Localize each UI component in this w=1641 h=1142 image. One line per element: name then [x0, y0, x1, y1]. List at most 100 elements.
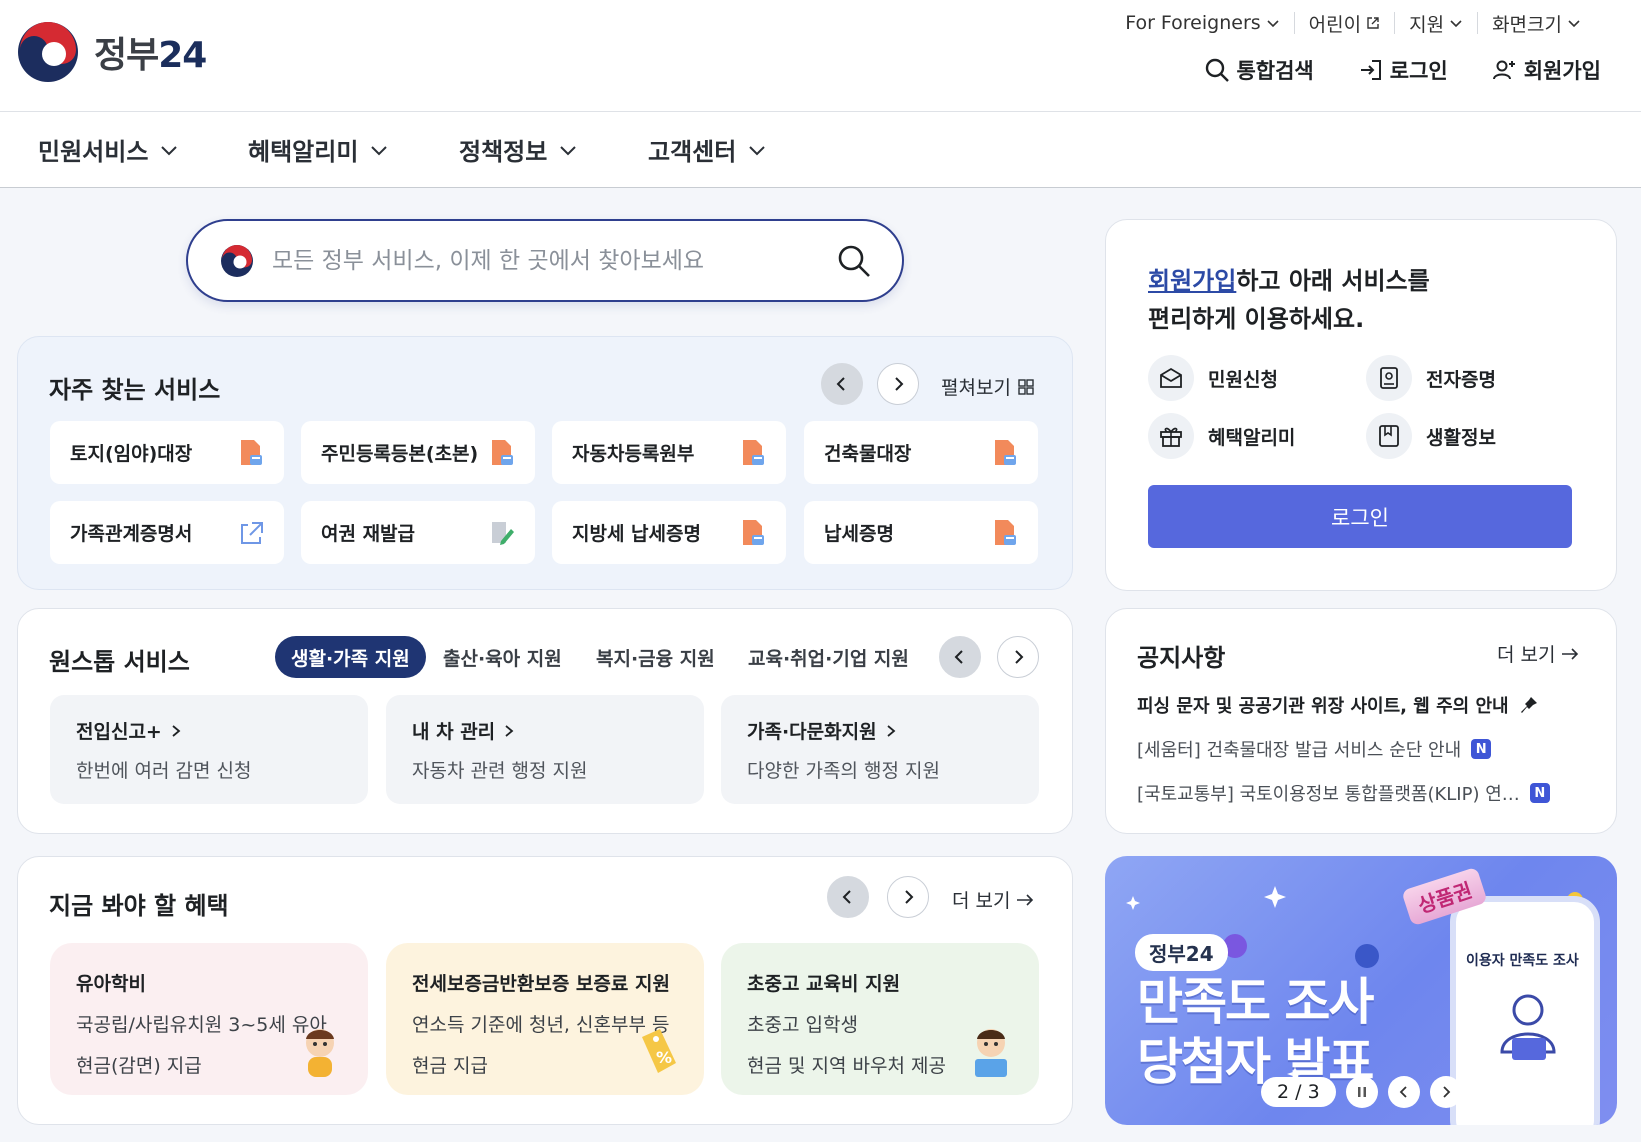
new-badge: N	[1529, 783, 1550, 803]
banner-title: 만족도 조사 당첨자 발표	[1137, 972, 1374, 1092]
service-label: 전자증명	[1426, 368, 1496, 391]
new-badge: N	[1471, 739, 1492, 759]
pdf-file-icon	[995, 519, 1016, 545]
benefit-item[interactable]: 유아학비 국공립/사립유치원 3~5세 유아 현금(감면) 지급	[50, 943, 368, 1095]
util-screen-size[interactable]: 화면크기	[1478, 12, 1581, 36]
banner-prev-button[interactable]	[1387, 1076, 1420, 1108]
banner-pager: 2 / 3	[1261, 1076, 1462, 1108]
frequent-item[interactable]: 건축물대장	[804, 421, 1038, 484]
onestop-prev-button[interactable]	[939, 636, 981, 678]
service-label: 생활정보	[1426, 426, 1496, 449]
notice-item[interactable]: [세움터] 건축물대장 발급 서비스 순단 안내 N	[1137, 736, 1492, 762]
expand-view-link[interactable]: 펼쳐보기	[941, 373, 1035, 400]
frequent-item[interactable]: 토지(임야)대장	[50, 421, 284, 484]
search-input[interactable]	[272, 241, 812, 281]
onestop-item[interactable]: 내 차 관리 자동차 관련 행정 지원	[386, 695, 704, 804]
taegeuk-logo-icon	[221, 245, 253, 277]
taegeuk-logo-icon	[18, 22, 78, 82]
benefit-item[interactable]: 전세보증금반환보증 보증료 지원 연소득 기준에 청년, 신혼부부 등 현금 지…	[386, 943, 704, 1095]
signup-highlight-link[interactable]: 회원가입	[1148, 267, 1236, 295]
onestop-item[interactable]: 전입신고+ 한번에 여러 감면 신청	[50, 695, 368, 804]
benefits-title: 지금 봐야 할 혜택	[49, 892, 229, 920]
util-label: 어린이	[1308, 13, 1362, 36]
onestop-item-title-text: 내 차 관리	[412, 721, 496, 743]
banner-pause-button[interactable]	[1345, 1076, 1378, 1108]
tab-birth-childcare[interactable]: 출산·육아 지원	[443, 636, 562, 678]
benefits-more-link[interactable]: 더 보기	[952, 886, 1034, 913]
logo[interactable]: 정부24	[16, 20, 207, 84]
benefits-next-button[interactable]	[887, 876, 929, 918]
notice-more-link[interactable]: 더 보기	[1497, 640, 1579, 667]
gnb-label: 민원서비스	[38, 138, 149, 166]
frequent-prev-button[interactable]	[821, 363, 863, 405]
notice-item-pinned[interactable]: 피싱 문자 및 공공기관 위장 사이트, 웹 주의 안내	[1137, 692, 1539, 718]
svg-text:%: %	[656, 1048, 672, 1067]
util-support[interactable]: 지원	[1395, 12, 1479, 36]
frequent-next-button[interactable]	[877, 363, 919, 405]
benefits-prev-button[interactable]	[827, 876, 869, 918]
service-icon-wrap	[1366, 355, 1412, 401]
frequent-item-label: 지방세 납세증명	[572, 523, 701, 545]
notice-item[interactable]: [국토교통부] 국토이용정보 통합플랫폼(KLIP) 연… N	[1137, 780, 1550, 806]
benefit-item[interactable]: 초중고 교육비 지원 초중고 입학생 현금 및 지역 바우처 제공	[721, 943, 1039, 1095]
onestop-item-desc: 자동차 관련 행정 지원	[412, 760, 588, 782]
service-icon-wrap	[1148, 413, 1194, 459]
gnb-customer-center[interactable]: 고객센터	[648, 132, 768, 167]
pdf-file-icon	[492, 439, 513, 465]
banner-next-button[interactable]	[1429, 1076, 1462, 1108]
util-label: 지원	[1409, 13, 1445, 36]
main-navigation: 민원서비스 혜택알리미 정책정보 고객센터	[0, 112, 1641, 188]
util-for-foreigners[interactable]: For Foreigners	[1111, 12, 1295, 34]
tab-life-family[interactable]: 생활·가족 지원	[275, 636, 426, 678]
frequent-item[interactable]: 가족관계증명서	[50, 501, 284, 564]
gift-icon	[1160, 427, 1182, 447]
gnb-civil-service[interactable]: 민원서비스	[38, 132, 180, 167]
onestop-next-button[interactable]	[997, 636, 1039, 678]
gnb-benefit-alert[interactable]: 혜택알리미	[248, 132, 390, 167]
service-label: 혜택알리미	[1208, 426, 1296, 449]
pdf-file-icon	[743, 519, 764, 545]
login-button[interactable]: 로그인	[1148, 485, 1572, 548]
logo-text: 정부24	[94, 35, 207, 76]
frequent-item[interactable]: 주민등록등본(초본)	[301, 421, 535, 484]
login-message-rest: 하고 아래 서비스를	[1236, 267, 1430, 295]
service-civil-application[interactable]: 민원신청	[1148, 355, 1278, 401]
chevron-down-icon	[1568, 20, 1580, 28]
gnb-policy-info[interactable]: 정책정보	[459, 132, 579, 167]
integrated-search-button[interactable]: 통합검색	[1204, 55, 1314, 85]
onestop-item[interactable]: 가족·다문화지원 다양한 가족의 행정 지원	[721, 695, 1039, 804]
search-icon	[1206, 58, 1230, 82]
chevron-right-icon	[505, 724, 514, 737]
chevron-left-icon	[842, 890, 851, 904]
chevron-left-icon	[836, 377, 845, 391]
service-benefit-alert[interactable]: 혜택알리미	[1148, 413, 1295, 459]
child-character-icon	[306, 1029, 334, 1077]
user-plus-icon	[1492, 60, 1515, 80]
onestop-item-title: 내 차 관리	[412, 717, 678, 744]
frequent-item[interactable]: 지방세 납세증명	[552, 501, 786, 564]
promo-banner[interactable]: 정부24 만족도 조사 당첨자 발표 이용자 만족도 조사 상품권 2 / 3	[1105, 856, 1617, 1125]
notice-title: 공지사항	[1137, 644, 1226, 672]
tab-welfare-finance[interactable]: 복지·금융 지원	[596, 636, 715, 678]
login-link[interactable]: 로그인	[1358, 55, 1448, 85]
pause-icon	[1357, 1087, 1366, 1097]
gnb-label: 고객센터	[648, 138, 737, 166]
service-life-info[interactable]: 생활정보	[1366, 413, 1496, 459]
chevron-down-icon	[161, 145, 178, 155]
signup-link[interactable]: 회원가입	[1492, 55, 1601, 85]
onestop-item-title: 가족·다문화지원	[747, 717, 1013, 744]
frequent-item[interactable]: 여권 재발급	[301, 501, 535, 564]
arrow-right-icon	[1017, 893, 1034, 906]
login-label: 로그인	[1389, 59, 1448, 83]
util-kids[interactable]: 어린이	[1295, 12, 1396, 36]
tab-education-employment[interactable]: 교육·취업·기업 지원	[748, 636, 909, 678]
frequent-item-label: 자동차등록원부	[572, 443, 695, 465]
frequent-item[interactable]: 자동차등록원부	[552, 421, 786, 484]
frequent-item[interactable]: 납세증명	[804, 501, 1038, 564]
frequent-item-label: 건축물대장	[824, 443, 912, 465]
service-e-certificate[interactable]: 전자증명	[1366, 355, 1496, 401]
more-label: 더 보기	[952, 890, 1011, 912]
search-icon[interactable]	[836, 243, 872, 279]
frequent-item-label: 가족관계증명서	[70, 523, 193, 545]
pdf-file-icon	[995, 439, 1016, 465]
